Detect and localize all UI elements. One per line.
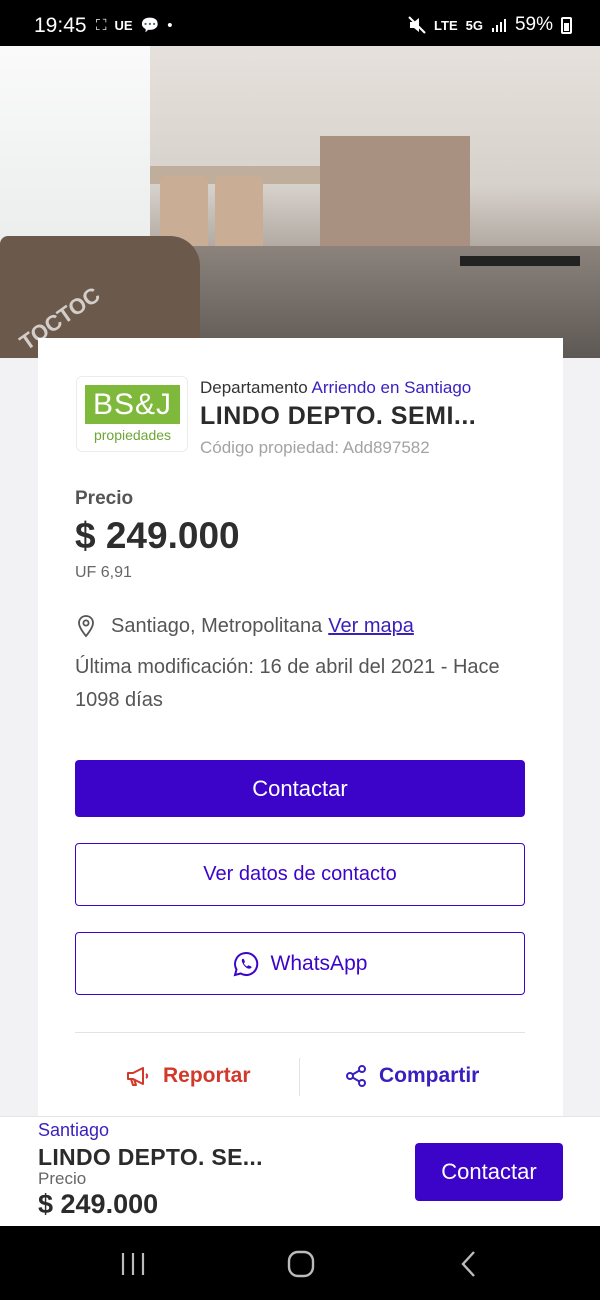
action-separator <box>299 1058 300 1096</box>
view-contact-data-button[interactable]: Ver datos de contacto <box>75 843 525 906</box>
listing-type: Departamento Arriendo en Santiago <box>200 378 471 398</box>
network-5g-icon: 5G <box>465 17 483 33</box>
bottom-bar-location: Santiago <box>38 1120 110 1140</box>
mute-icon <box>408 16 426 34</box>
photo-stool <box>215 176 263 256</box>
listing-code: Código propiedad: Add897582 <box>200 438 430 457</box>
listing-type-accent[interactable]: Arriendo en Santiago <box>312 378 472 397</box>
report-label: Reportar <box>163 1064 251 1087</box>
chat-icon: 💬 <box>140 17 160 34</box>
home-icon[interactable] <box>281 1248 321 1280</box>
share-button[interactable]: Compartir <box>345 1064 479 1088</box>
whatsapp-button[interactable]: WhatsApp <box>75 932 525 995</box>
agency-logo[interactable]: BS&J propiedades <box>76 376 188 452</box>
sticky-bottom-bar: Santiago LINDO DEPTO. SE... Precio $ 249… <box>0 1116 600 1226</box>
dot-icon: • <box>167 16 173 34</box>
share-label: Compartir <box>379 1064 480 1087</box>
whatsapp-icon <box>233 951 258 976</box>
status-left-icons: ⛶ UE 💬 • <box>96 16 173 35</box>
photo-table <box>460 256 580 266</box>
last-modified: Última modificación: 16 de abril del 202… <box>75 656 500 711</box>
agency-logo-sub: propiedades <box>93 427 172 443</box>
bottom-bar-contact-button[interactable]: Contactar <box>415 1143 563 1201</box>
bottom-bar-price: $ 249.000 <box>38 1189 159 1219</box>
price-label: Precio <box>75 488 134 509</box>
bottom-bar-title: LINDO DEPTO. SE... <box>38 1144 263 1170</box>
back-icon[interactable] <box>449 1248 489 1280</box>
listing-card: BS&J propiedades Departamento Arriendo e… <box>38 338 563 1128</box>
action-row: Reportar Compartir <box>75 1056 525 1096</box>
price-uf: UF 6,91 <box>75 564 132 581</box>
share-icon <box>346 1065 366 1087</box>
listing-type-prefix: Departamento <box>200 378 308 397</box>
divider <box>75 1032 525 1033</box>
megaphone-icon <box>127 1067 149 1086</box>
property-photo[interactable]: TOCTOC <box>0 46 600 358</box>
volte-icon: LTE <box>434 17 458 33</box>
battery-icon <box>561 16 572 34</box>
ue-icon: UE <box>114 17 133 33</box>
whatsapp-label: WhatsApp <box>270 951 368 975</box>
navigation-bar <box>0 1226 600 1300</box>
location-row: Santiago, Metropolitana Ver mapa <box>75 614 414 638</box>
status-right-icons: LTE 5G 59% <box>408 14 572 36</box>
status-bar: 19:45 ⛶ UE 💬 • LTE 5G 59% <box>0 0 600 46</box>
listing-title: LINDO DEPTO. SEMI... <box>200 402 477 430</box>
price-value: $ 249.000 <box>75 515 240 556</box>
report-button[interactable]: Reportar <box>125 1064 251 1088</box>
location-pin-icon <box>78 615 94 638</box>
screenshot-icon: ⛶ <box>96 16 107 34</box>
bottom-bar-price-label: Precio <box>38 1169 87 1188</box>
contact-button[interactable]: Contactar <box>75 760 525 817</box>
agency-logo-mark: BS&J <box>85 385 180 424</box>
battery-level: 59% <box>514 14 553 35</box>
view-map-link[interactable]: Ver mapa <box>328 615 414 638</box>
recents-icon[interactable] <box>113 1248 153 1280</box>
location-text: Santiago, Metropolitana <box>111 614 323 637</box>
signal-icon <box>491 19 506 32</box>
status-time: 19:45 <box>34 14 87 37</box>
